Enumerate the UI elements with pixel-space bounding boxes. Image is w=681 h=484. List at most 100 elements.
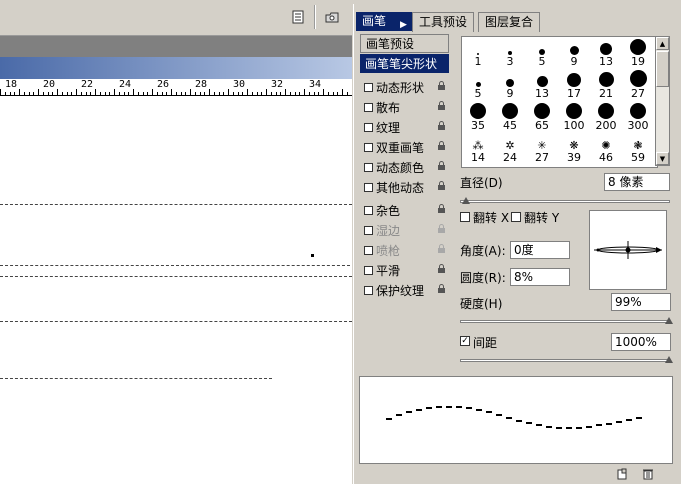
spacing-checkbox[interactable]: ✓ bbox=[460, 336, 470, 346]
brush-preset[interactable]: 45 bbox=[494, 101, 526, 132]
flip-y-checkbox[interactable] bbox=[511, 212, 521, 222]
scroll-thumb[interactable] bbox=[656, 51, 669, 87]
brush-preset[interactable]: 65 bbox=[526, 101, 558, 132]
ruler-tick bbox=[351, 92, 352, 95]
brush-preset[interactable]: 200 bbox=[590, 101, 622, 132]
hardness-slider-thumb[interactable] bbox=[665, 317, 673, 324]
roundness-field[interactable]: 8% bbox=[510, 268, 570, 286]
ruler-label: 20 bbox=[43, 79, 56, 90]
scroll-down-icon[interactable]: ▼ bbox=[656, 152, 669, 165]
spacing-field[interactable]: 1000% bbox=[611, 333, 671, 351]
lock-icon[interactable] bbox=[436, 204, 447, 217]
brush-preset[interactable]: ✲ 24 bbox=[494, 133, 526, 164]
brush-tip-icon bbox=[536, 76, 548, 87]
spacing-slider-thumb[interactable] bbox=[665, 356, 673, 363]
diameter-field[interactable]: 8 像素 bbox=[604, 173, 670, 191]
new-brush-icon[interactable] bbox=[616, 468, 628, 480]
brush-preset[interactable]: 9 bbox=[558, 37, 590, 68]
option-checkbox[interactable] bbox=[364, 206, 373, 215]
lock-icon[interactable] bbox=[436, 101, 447, 114]
diameter-label: 直径(D) bbox=[460, 176, 503, 190]
brush-preset[interactable]: 27 bbox=[622, 69, 654, 100]
brush-preset[interactable]: 13 bbox=[590, 37, 622, 68]
option-checkbox[interactable] bbox=[364, 163, 373, 172]
spacing-slider-track[interactable] bbox=[460, 359, 670, 362]
option-checkbox[interactable] bbox=[364, 266, 373, 275]
brush-option-8[interactable]: 杂色 bbox=[360, 201, 449, 220]
brush-preset[interactable]: 21 bbox=[590, 69, 622, 100]
brush-option-10[interactable]: 喷枪 bbox=[360, 241, 449, 260]
brush-preset[interactable]: 5 bbox=[526, 37, 558, 68]
diameter-slider-thumb[interactable] bbox=[462, 197, 470, 204]
brush-option-5[interactable]: 双重画笔 bbox=[360, 138, 449, 157]
brush-option-4[interactable]: 纹理 bbox=[360, 118, 449, 137]
brush-preset[interactable]: 100 bbox=[558, 101, 590, 132]
option-checkbox[interactable] bbox=[364, 103, 373, 112]
brush-option-2[interactable]: 动态形状 bbox=[360, 78, 449, 97]
hardness-slider-track[interactable] bbox=[460, 320, 670, 323]
brush-preset[interactable]: 35 bbox=[462, 101, 494, 132]
brush-preset[interactable]: ❋ 39 bbox=[558, 133, 590, 164]
file-browser-icon[interactable] bbox=[323, 8, 341, 26]
angle-roundness-preview[interactable] bbox=[589, 210, 667, 290]
trash-icon[interactable] bbox=[642, 468, 654, 480]
option-checkbox[interactable] bbox=[364, 246, 373, 255]
ruler-label: 18 bbox=[5, 79, 18, 90]
tab-tool-presets[interactable]: 工具预设 bbox=[412, 12, 475, 32]
lock-icon[interactable] bbox=[436, 244, 447, 257]
brush-preset[interactable]: 1 bbox=[462, 37, 494, 68]
brush-option-0[interactable]: 画笔预设 bbox=[360, 34, 449, 53]
brush-option-9[interactable]: 湿边 bbox=[360, 221, 449, 240]
ruler-tick bbox=[318, 92, 320, 95]
brush-preset[interactable]: ❃ 59 bbox=[622, 133, 654, 164]
brush-option-6[interactable]: 动态颜色 bbox=[360, 158, 449, 177]
document-canvas[interactable] bbox=[0, 96, 352, 484]
lock-icon[interactable] bbox=[436, 224, 447, 237]
ruler-tick bbox=[161, 92, 163, 95]
brush-preset[interactable]: 3 bbox=[494, 37, 526, 68]
brush-preset[interactable]: 17 bbox=[558, 69, 590, 100]
brush-preset[interactable]: 19 bbox=[622, 37, 654, 68]
option-checkbox[interactable] bbox=[364, 123, 373, 132]
option-checkbox[interactable] bbox=[364, 183, 373, 192]
option-checkbox[interactable] bbox=[364, 226, 373, 235]
brush-preset[interactable]: 5 bbox=[462, 69, 494, 100]
lock-icon[interactable] bbox=[436, 141, 447, 154]
ruler-tick bbox=[166, 92, 168, 95]
option-checkbox[interactable] bbox=[364, 286, 373, 295]
brush-option-12[interactable]: 保护纹理 bbox=[360, 281, 449, 300]
brush-option-3[interactable]: 散布 bbox=[360, 98, 449, 117]
option-checkbox[interactable] bbox=[364, 143, 373, 152]
brush-preset[interactable]: 13 bbox=[526, 69, 558, 100]
lock-icon[interactable] bbox=[436, 81, 447, 94]
option-checkbox[interactable] bbox=[364, 83, 373, 92]
lock-icon[interactable] bbox=[436, 264, 447, 277]
tab-brushes[interactable]: 画笔 ▶ bbox=[356, 12, 420, 31]
brush-option-11[interactable]: 平滑 bbox=[360, 261, 449, 280]
lock-icon[interactable] bbox=[436, 284, 447, 297]
tab-layer-comps[interactable]: 图层复合 bbox=[478, 12, 541, 32]
flip-x-checkbox[interactable] bbox=[460, 212, 470, 222]
document-icon[interactable] bbox=[289, 8, 307, 26]
ruler-tick bbox=[266, 89, 267, 95]
brush-grid-scrollbar[interactable]: ▲ ▼ bbox=[655, 36, 670, 166]
brush-preset[interactable]: ⁂ 14 bbox=[462, 133, 494, 164]
ruler-label: 28 bbox=[195, 79, 208, 90]
scroll-up-icon[interactable]: ▲ bbox=[656, 37, 669, 50]
brush-preset[interactable]: 300 bbox=[622, 101, 654, 132]
brush-preset-grid[interactable]: 1 3 5 9 13 19 5 9 13 17 21 27 35 45 65 100 200 300 ⁂ 14 ✲ 24 ✳… bbox=[461, 36, 658, 168]
brush-option-1[interactable]: 画笔笔尖形状 bbox=[360, 54, 449, 73]
brush-option-7[interactable]: 其他动态 bbox=[360, 178, 449, 197]
lock-icon[interactable] bbox=[436, 161, 447, 174]
ruler-tick bbox=[304, 89, 305, 95]
palette-menu-arrow-icon[interactable]: ▶ bbox=[400, 16, 407, 35]
diameter-slider-track[interactable] bbox=[460, 200, 670, 203]
brush-preset[interactable]: 9 bbox=[494, 69, 526, 100]
brush-preset[interactable]: ✳ 27 bbox=[526, 133, 558, 164]
brush-preset[interactable]: ✺ 46 bbox=[590, 133, 622, 164]
hardness-field[interactable]: 99% bbox=[611, 293, 671, 311]
brush-tip-icon bbox=[506, 79, 514, 87]
lock-icon[interactable] bbox=[436, 121, 447, 134]
angle-field[interactable]: 0度 bbox=[510, 241, 570, 259]
lock-icon[interactable] bbox=[436, 181, 447, 194]
